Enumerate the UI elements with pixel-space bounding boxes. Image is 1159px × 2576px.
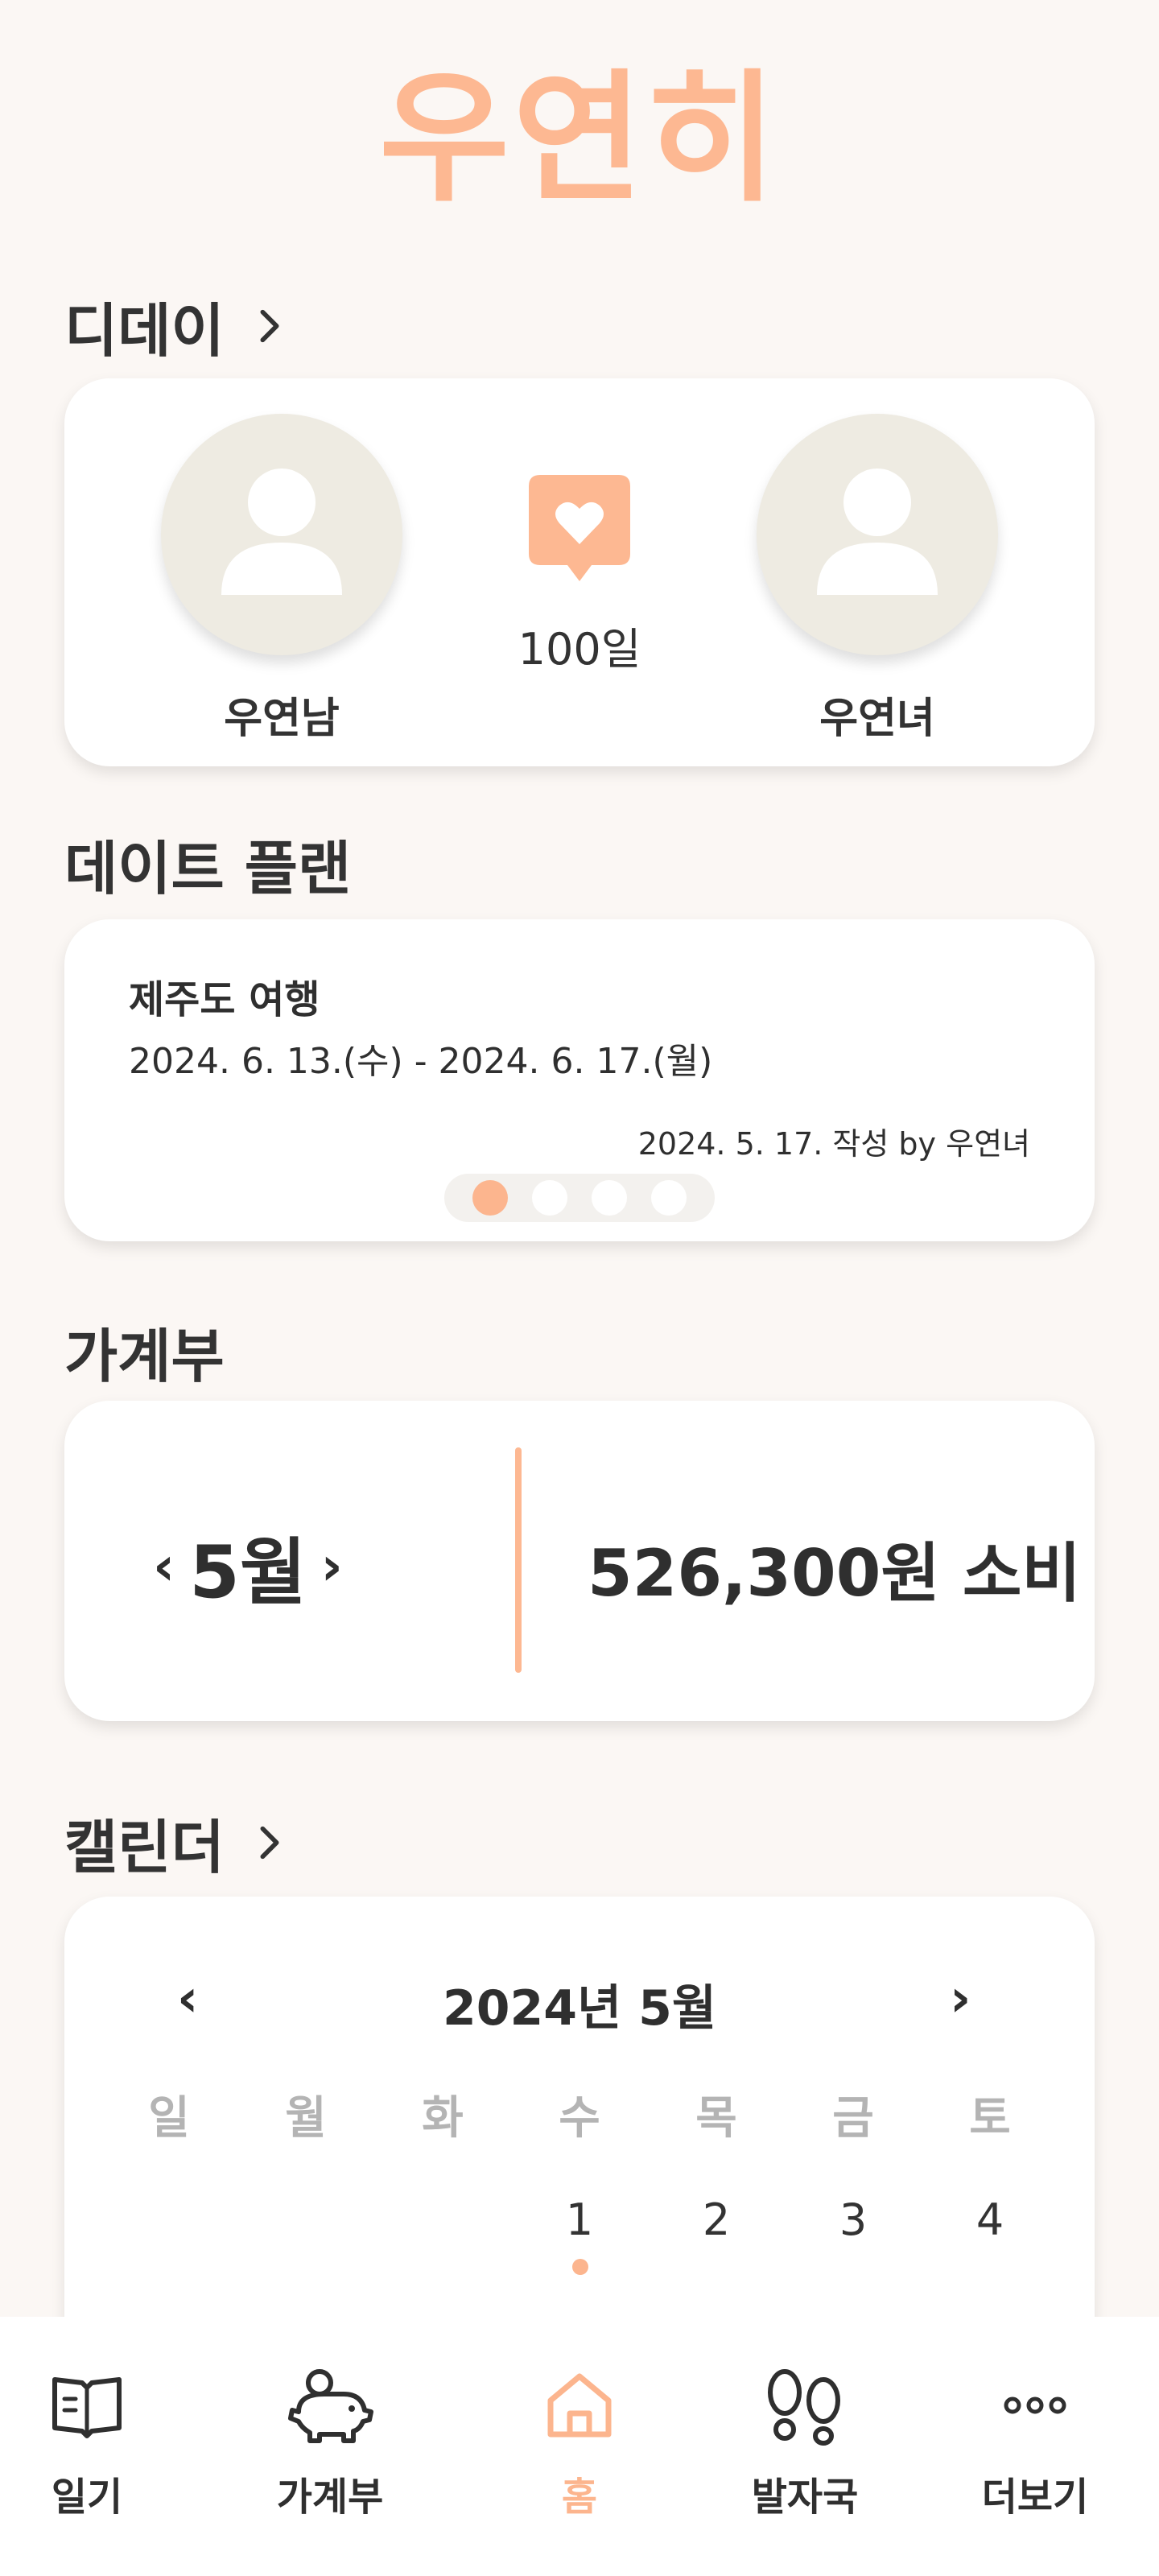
spend-total: 526,300원 소비: [588, 1536, 1082, 1611]
person-icon: [221, 469, 342, 595]
month-label: 5월: [189, 1530, 307, 1615]
carousel-dot[interactable]: [592, 1180, 627, 1216]
nav-label: 발자국: [751, 2475, 859, 2520]
calendar-day[interactable]: 3: [813, 2194, 893, 2245]
calendar-title: 캘린더: [64, 1814, 225, 1881]
calendar-day-today[interactable]: 1: [539, 2194, 620, 2275]
weekday-label: 토: [969, 2092, 1011, 2145]
carousel-indicator[interactable]: [444, 1174, 715, 1222]
calendar-day[interactable]: 2: [676, 2194, 757, 2245]
chevron-right-icon: [260, 1826, 279, 1859]
weekday-row: 일 월 화 수 목 금 토: [129, 2082, 1030, 2147]
carousel-dot[interactable]: [532, 1180, 567, 1216]
budget-section-header: 가계부: [64, 1309, 225, 1393]
calendar-month-title: 2024년 5월: [442, 1980, 717, 2037]
next-month-button[interactable]: ›: [321, 1535, 343, 1597]
partner-right[interactable]: 우연녀: [757, 414, 998, 745]
chevron-right-icon: [260, 309, 279, 342]
plan-item-author: 2024. 5. 17. 작성 by 우연녀: [637, 1126, 1030, 1162]
partner-name: 우연남: [224, 695, 340, 743]
dday-counter: 100일: [491, 475, 668, 677]
dday-section-header[interactable]: 디데이: [64, 283, 291, 368]
plan-item-dates: 2024. 6. 13.(수) - 2024. 6. 17.(월): [129, 1041, 713, 1082]
weekday-label: 금: [832, 2092, 874, 2145]
avatar: [757, 414, 998, 655]
partner-left[interactable]: 우연남: [161, 414, 402, 745]
book-icon: [52, 2377, 122, 2438]
weekday-label: 월: [285, 2092, 327, 2145]
plan-item-title: 제주도 여행: [129, 977, 320, 1022]
dday-count: 100일: [518, 624, 641, 675]
event-dot: [572, 2259, 588, 2275]
nav-label: 홈: [561, 2475, 598, 2520]
weekday-label: 목: [695, 2092, 737, 2145]
nav-label: 일기: [51, 2475, 123, 2520]
nav-item-diary[interactable]: 일기: [0, 2365, 184, 2521]
budget-card[interactable]: ‹ 5월 › 526,300원 소비: [64, 1401, 1095, 1721]
home-icon: [547, 2373, 612, 2438]
avatar: [161, 414, 402, 655]
calendar-day-number: 1: [565, 2194, 594, 2245]
dday-title: 디데이: [64, 297, 225, 365]
nav-item-home[interactable]: 홈: [483, 2365, 676, 2521]
partner-name: 우연녀: [819, 695, 935, 743]
budget-title: 가계부: [64, 1323, 225, 1390]
calendar-day: [402, 2194, 483, 2245]
carousel-dot[interactable]: [472, 1180, 508, 1216]
app-logo: 우연히: [379, 56, 780, 221]
weekday-label: 수: [559, 2092, 600, 2145]
month-selector: ‹ 5월 ›: [153, 1513, 343, 1618]
date-row: 1 2 3 4: [129, 2194, 1030, 2275]
calendar-next-button[interactable]: ›: [950, 1969, 971, 2029]
divider: [515, 1447, 522, 1673]
carousel-dot[interactable]: [651, 1180, 687, 1216]
dday-card[interactable]: 우연남 100일 우연녀: [64, 378, 1095, 766]
nav-item-budget[interactable]: 가계부: [233, 2365, 427, 2521]
calendar-day[interactable]: 4: [950, 2194, 1030, 2245]
piggy-bank-icon: [288, 2369, 373, 2443]
footprints-icon: [768, 2369, 840, 2446]
date-plan-card[interactable]: 제주도 여행 2024. 6. 13.(수) - 2024. 6. 17.(월)…: [64, 919, 1095, 1241]
nav-label: 더보기: [981, 2475, 1089, 2520]
calendar-section-header[interactable]: 캘린더: [64, 1800, 291, 1885]
person-icon: [817, 469, 938, 595]
more-icon: [1004, 2396, 1066, 2414]
calendar-day: [129, 2194, 209, 2245]
nav-label: 가계부: [276, 2475, 384, 2520]
plan-title: 데이트 플랜: [64, 835, 352, 902]
calendar-day: [266, 2194, 346, 2245]
prev-month-button[interactable]: ‹: [153, 1535, 175, 1597]
plan-section-header: 데이트 플랜: [64, 821, 351, 906]
heart-bubble-icon: [529, 475, 630, 581]
weekday-label: 일: [148, 2092, 190, 2145]
nav-item-footprints[interactable]: 발자국: [708, 2365, 901, 2521]
nav-item-more[interactable]: 더보기: [938, 2365, 1132, 2521]
weekday-label: 화: [422, 2092, 464, 2145]
bottom-nav: 일기 가계부 홈 발자국 더보기: [0, 2317, 1159, 2576]
